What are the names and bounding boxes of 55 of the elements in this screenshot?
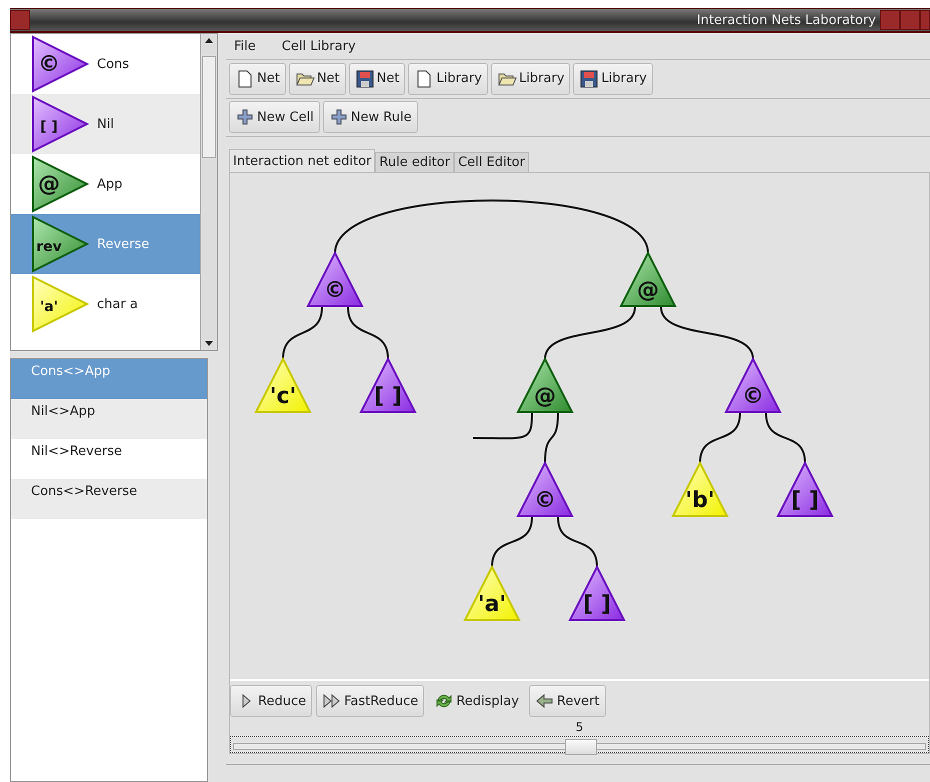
tab[interactable]: Cell Editor — [454, 152, 529, 172]
action-button[interactable]: FastReduce — [316, 685, 424, 718]
maximize-button[interactable] — [900, 10, 920, 30]
wire — [347, 307, 389, 360]
slider-thumb[interactable] — [564, 739, 596, 756]
cell-list-item[interactable]: [ ] Nil — [11, 94, 200, 154]
toolbar-button[interactable]: Library — [408, 62, 488, 95]
toolbar-button[interactable]: Net — [288, 62, 346, 95]
window-title: Interaction Nets Laboratory — [696, 12, 877, 28]
close-button[interactable] — [920, 10, 930, 30]
net-node[interactable]: 'a' — [463, 564, 521, 622]
net-node[interactable]: [ ] — [776, 460, 834, 518]
action-button[interactable]: Revert — [528, 685, 606, 718]
tab[interactable]: Interaction net editor — [229, 149, 376, 172]
wire — [282, 307, 323, 360]
plus-icon — [328, 107, 349, 128]
wire — [557, 517, 598, 568]
wire — [491, 517, 533, 568]
step-slider[interactable] — [230, 736, 929, 754]
net-node[interactable]: © — [724, 356, 782, 414]
net-node[interactable]: @ — [516, 356, 574, 414]
net-node[interactable]: 'c' — [254, 356, 312, 414]
menu-item[interactable]: File — [234, 38, 256, 54]
net-node[interactable]: [ ] — [359, 356, 417, 414]
wire — [699, 413, 741, 464]
toolbar-button[interactable]: Library — [490, 62, 570, 95]
toolbar-button[interactable]: Net — [348, 62, 406, 95]
toolbar-button[interactable]: New Rule — [322, 101, 418, 134]
wire — [544, 413, 559, 464]
net-node[interactable]: 'b' — [671, 460, 729, 518]
toolbar-button[interactable]: Library — [573, 62, 653, 95]
toolbar-button[interactable]: Net — [229, 62, 286, 95]
minimize-button[interactable] — [880, 10, 900, 30]
slider-value: 5 — [574, 720, 584, 734]
action-button[interactable]: Reduce — [230, 685, 312, 718]
scrollbar[interactable] — [200, 34, 217, 350]
net-node[interactable]: @ — [619, 250, 677, 308]
cell-triangle-icon: [ ] — [31, 95, 89, 153]
plus-icon — [235, 107, 255, 128]
tab[interactable]: Rule editor — [375, 152, 454, 172]
cell-triangle-icon: 'a' — [31, 275, 89, 333]
net-node[interactable]: © — [516, 460, 574, 518]
cell-list-item[interactable]: rev Reverse — [11, 214, 200, 274]
cell-triangle-icon: rev — [31, 215, 89, 273]
rule-list-item[interactable]: Nil<>App — [11, 399, 207, 439]
rule-list-item[interactable]: Cons<>Reverse — [11, 479, 207, 519]
net-node[interactable]: © — [306, 250, 364, 308]
net-node[interactable]: [ ] — [568, 564, 626, 622]
toolbar-button[interactable]: New Cell — [229, 101, 320, 134]
wire — [765, 413, 806, 464]
wire — [473, 413, 533, 440]
menu-item[interactable]: Cell Library — [282, 38, 356, 54]
cell-triangle-icon: © — [31, 35, 89, 93]
window-menu-button[interactable] — [10, 10, 30, 30]
cell-triangle-icon: @ — [31, 155, 89, 213]
